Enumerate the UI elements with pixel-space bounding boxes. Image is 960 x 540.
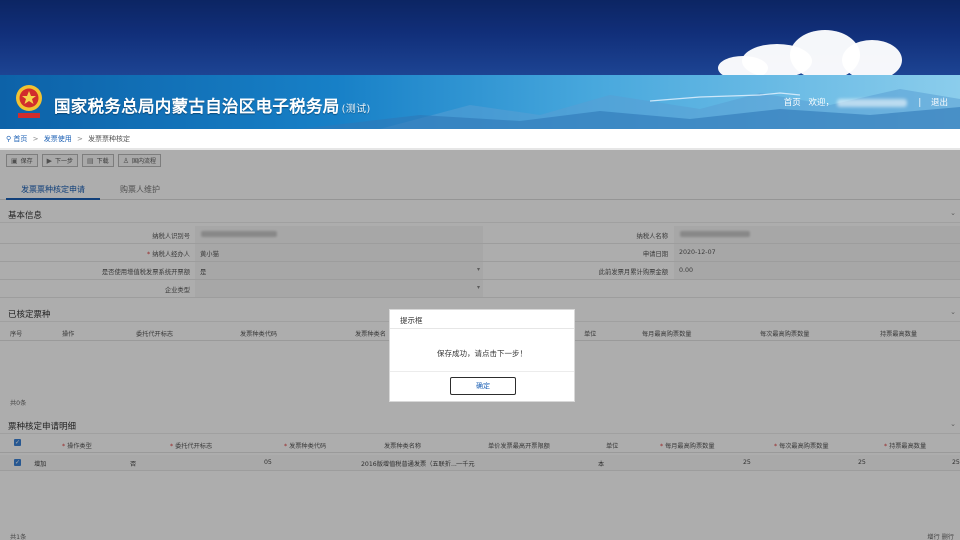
logout-link[interactable]: 退出 (931, 96, 948, 108)
prompt-dialog: 提示框 保存成功，请点击下一步！ 确定 (389, 309, 575, 402)
breadcrumb-current: 发票票种核定 (88, 135, 131, 143)
site-title: 国家税务总局内蒙古自治区电子税务局 (测试) (54, 93, 371, 117)
breadcrumb-home[interactable]: 首页 (13, 135, 27, 143)
cloud-decoration (718, 56, 768, 75)
dialog-footer (390, 371, 574, 372)
breadcrumb: ⚲ 首页 > 发票使用 > 发票票种核定 (6, 134, 130, 144)
test-tag: (测试) (341, 104, 371, 115)
top-banner (0, 0, 960, 75)
breadcrumb-invoice-use[interactable]: 发票使用 (44, 135, 72, 143)
header-separator: | (918, 98, 922, 108)
dialog-message: 保存成功，请点击下一步！ (437, 349, 527, 358)
welcome-text: 欢迎， (808, 98, 834, 108)
confirm-button[interactable]: 确定 (450, 377, 516, 395)
breadcrumb-separator: > (76, 135, 83, 143)
home-link[interactable]: 首页 (784, 96, 801, 108)
user-name-redacted (836, 98, 907, 107)
dialog-title: 提示框 (390, 310, 574, 329)
tax-emblem-icon (16, 85, 42, 118)
cloud-decoration (842, 40, 902, 75)
header-links: 首页 欢迎， | 退出 (784, 96, 948, 108)
site-title-text: 国家税务总局内蒙古自治区电子税务局 (54, 97, 340, 116)
breadcrumb-separator: > (32, 135, 39, 143)
location-pin-icon: ⚲ (6, 135, 12, 143)
